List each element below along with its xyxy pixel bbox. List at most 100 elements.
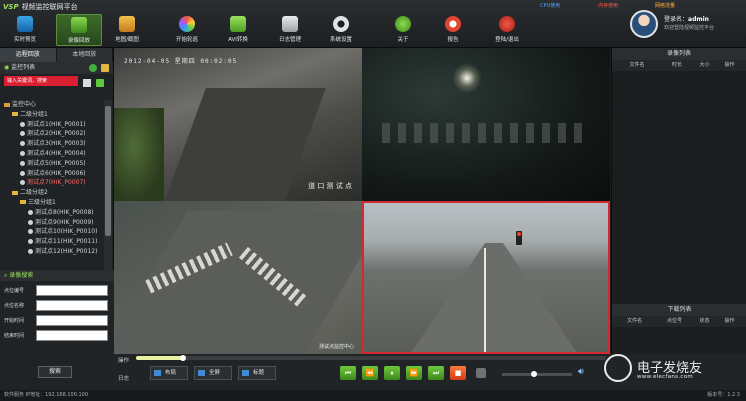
memory-usage: 内存使用: [598, 3, 619, 9]
toolbar-about[interactable]: 关于: [380, 14, 426, 46]
tree-camera-item[interactable]: 测试点3(HIK_P0003): [2, 139, 102, 149]
search-input[interactable]: 输入关键词，搜索: [4, 76, 78, 86]
top-bar: VSP 视频监控联网平台 CPU使用 内存使用 网络流量 实时预览 录像回放 地图…: [0, 0, 746, 48]
tree-camera-item[interactable]: 测试点12(HIK_P0012): [2, 247, 102, 257]
layout-button[interactable]: 布局: [150, 366, 188, 380]
tree-camera-item[interactable]: 测试点6(HIK_P0006): [2, 169, 102, 179]
toolbar-map[interactable]: 地图/截图: [104, 14, 150, 46]
video-scene: [114, 108, 164, 201]
tree-item-label: 测试点1(HIK_P0001): [27, 120, 86, 128]
tree-camera-item[interactable]: 测试点2(HIK_P0002): [2, 129, 102, 139]
toolbar-label: 报告: [447, 37, 459, 43]
camera-icon: [28, 229, 33, 235]
app-logo: VSP: [3, 3, 19, 11]
field-label: 结束时间: [4, 333, 25, 339]
app-title: VSP 视频监控联网平台: [3, 2, 78, 12]
tree-item-label: 测试点5(HIK_P0005): [27, 159, 86, 167]
log-label: 日志: [118, 376, 130, 382]
volume-knob[interactable]: [530, 371, 537, 377]
fullscreen-button[interactable]: 全屏: [194, 366, 232, 380]
speaker-icon[interactable]: 🔊︎: [578, 367, 584, 377]
camera-icon: [28, 219, 33, 225]
title-button[interactable]: 标题: [238, 366, 276, 380]
video-window-4[interactable]: [362, 201, 610, 354]
skip-forward-button[interactable]: ⏭: [428, 366, 444, 380]
playback-icon: [71, 17, 87, 33]
user-label: 登录名：: [664, 16, 689, 23]
power-icon: [499, 16, 515, 32]
progress-knob[interactable]: [180, 355, 186, 361]
col-header: 操作: [724, 318, 735, 324]
user-panel: 登录名：admin 欢迎登陆视频监控平台: [630, 8, 746, 42]
video-window-1[interactable]: 2012-04-05 星期四 00:02:05 道 口 测 试 点: [114, 48, 362, 201]
video-window-3[interactable]: 测试点监控中心: [114, 201, 362, 354]
tab-remote-playback[interactable]: 远程回放: [0, 48, 57, 62]
end-time-input[interactable]: [36, 330, 108, 341]
field-label: 开始时间: [4, 318, 25, 324]
camera-icon: [28, 248, 33, 254]
video-caption: 测试点监控中心: [318, 344, 354, 350]
watermark-icon: [604, 354, 632, 382]
toolbar-report[interactable]: 报告: [430, 14, 476, 46]
toolbar-login-logout[interactable]: 登陆/退出: [484, 14, 530, 46]
camera-icon: [20, 180, 25, 186]
tree-camera-item[interactable]: 测试点7(HIK_P0007): [2, 178, 102, 188]
snapshot-icon[interactable]: [476, 368, 486, 378]
playback-progress[interactable]: [136, 355, 606, 361]
tree-camera-item[interactable]: 测试点11(HIK_P0011): [2, 237, 102, 247]
tree-camera-item[interactable]: 测试点9(HIK_P0009): [2, 218, 102, 228]
tree-item-label: 二级分组2: [20, 189, 48, 197]
tree-item-label: 测试点9(HIK_P0009): [35, 218, 94, 226]
monitor-icon: [17, 16, 33, 32]
volume-slider[interactable]: [502, 371, 572, 377]
toolbar-settings[interactable]: 系统设置: [318, 14, 364, 46]
toolbar-label: 地图/截图: [115, 37, 139, 43]
tree-camera-item[interactable]: 测试点4(HIK_P0004): [2, 149, 102, 159]
video-scene: [382, 123, 582, 143]
col-header: 点位号: [666, 318, 682, 324]
video-scene: [484, 248, 486, 352]
field-point-name: 点位名称: [0, 300, 114, 311]
tree-group[interactable]: 二级分组2: [2, 188, 102, 198]
video-caption: 道 口 测 试 点: [308, 182, 352, 190]
tree-group[interactable]: 二级分组1: [2, 110, 102, 120]
tab-local-playback[interactable]: 本地回放: [56, 48, 113, 62]
point-id-input[interactable]: [36, 285, 108, 296]
right-panel: 录像列表 文件名 时长 大小 操作 下载列表 文件名 点位号 状态 操作: [611, 48, 746, 353]
status-bar: 软件服务 IP地址：192.168.100.100 版本号：1.2.3: [0, 390, 746, 401]
toolbar-playback[interactable]: 录像回放: [56, 14, 102, 46]
tree-camera-item[interactable]: 测试点5(HIK_P0005): [2, 159, 102, 169]
stop-button[interactable]: ■: [450, 366, 466, 380]
locate-icon[interactable]: [96, 79, 104, 87]
refresh-icon[interactable]: [89, 64, 97, 72]
toolbar-log[interactable]: 日志管理: [267, 14, 313, 46]
tree-camera-item[interactable]: 测试点10(HIK_P0010): [2, 227, 102, 237]
skip-back-button[interactable]: ⏮: [340, 366, 356, 380]
folder-icon[interactable]: [101, 64, 109, 72]
video-timestamp: 2012-04-05 星期四 00:02:05: [124, 58, 238, 65]
toolbar-tour[interactable]: 开始轮巡: [164, 14, 210, 46]
rewind-button[interactable]: ⏪: [362, 366, 378, 380]
title-button-label: 标题: [253, 370, 265, 376]
video-window-2[interactable]: [362, 48, 610, 201]
toolbar-live-preview[interactable]: 实时预览: [2, 14, 48, 46]
tour-icon: [179, 16, 195, 32]
filter-icon[interactable]: [83, 79, 91, 87]
tree-camera-item[interactable]: 测试点1(HIK_P0001): [2, 120, 102, 130]
point-name-input[interactable]: [36, 300, 108, 311]
camera-icon: [28, 209, 33, 215]
pause-button[interactable]: ⏸: [384, 366, 400, 380]
col-header: 状态: [699, 318, 710, 324]
tree-camera-item[interactable]: 测试点8(HIK_P0008): [2, 208, 102, 218]
tree-group[interactable]: 监控中心: [2, 100, 102, 110]
col-header: 操作: [724, 62, 735, 68]
tree-item-label: 三级分组1: [28, 198, 56, 206]
tree-group[interactable]: 三级分组1: [2, 198, 102, 208]
scroll-thumb[interactable]: [105, 106, 111, 236]
camera-icon: [28, 239, 33, 245]
left-tabs: 远程回放 本地回放: [0, 48, 113, 62]
start-time-input[interactable]: [36, 315, 108, 326]
fast-forward-button[interactable]: ⏩: [406, 366, 422, 380]
search-button[interactable]: 搜索: [38, 366, 72, 378]
toolbar-avi[interactable]: AVI转换: [215, 14, 261, 46]
